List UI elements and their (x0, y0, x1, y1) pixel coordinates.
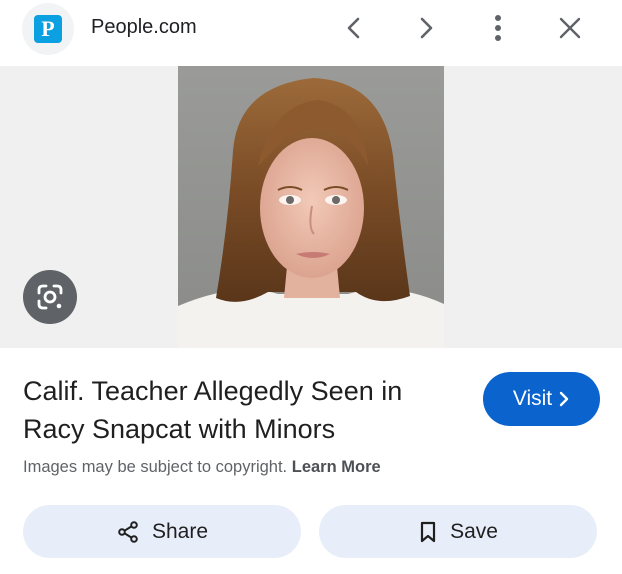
preview-photo[interactable] (178, 66, 444, 348)
image-preview-area (0, 66, 622, 348)
header: P People.com (0, 0, 622, 66)
copyright-notice: Images may be subject to copyright. Lear… (23, 458, 381, 477)
more-vertical-icon (495, 15, 501, 41)
google-lens-icon (37, 284, 63, 310)
visit-button[interactable]: Visit (483, 372, 600, 426)
next-button[interactable] (406, 8, 446, 48)
share-button[interactable]: Share (23, 505, 301, 558)
chevron-left-icon (347, 17, 360, 39)
portrait-image (178, 66, 444, 348)
save-button[interactable]: Save (319, 505, 597, 558)
share-icon (118, 520, 138, 543)
people-logo: P (34, 15, 62, 43)
image-preview-panel: P People.com Calif. Teacher Allegedly Se… (0, 0, 622, 574)
site-name[interactable]: People.com (91, 16, 197, 39)
save-label: Save (450, 519, 498, 543)
site-logo-letter: P (41, 16, 55, 41)
previous-button[interactable] (334, 8, 374, 48)
more-options-button[interactable] (478, 8, 518, 48)
copyright-text: Images may be subject to copyright. (23, 458, 288, 476)
visit-label: Visit (512, 387, 553, 410)
learn-more-link[interactable]: Learn More (292, 458, 381, 476)
bookmark-icon (420, 521, 436, 542)
chevron-right-icon (420, 17, 433, 39)
google-lens-button[interactable] (23, 270, 77, 324)
share-label: Share (151, 519, 209, 543)
close-icon (559, 17, 581, 39)
chevron-right-icon (559, 391, 569, 407)
result-title[interactable]: Calif. Teacher Allegedly Seen in Racy Sn… (23, 372, 453, 448)
site-favicon[interactable]: P (22, 3, 74, 55)
close-button[interactable] (550, 8, 590, 48)
